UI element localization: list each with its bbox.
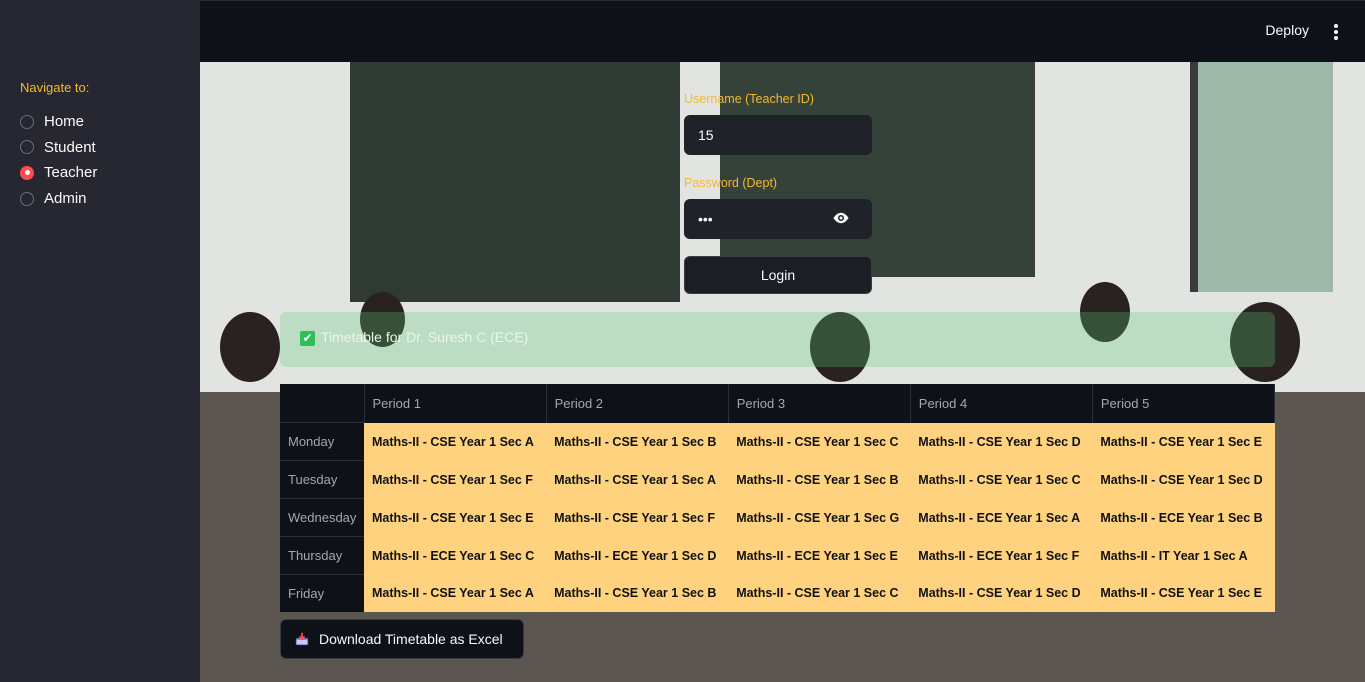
table-row: Wednesday Maths-II - CSE Year 1 Sec E Ma… (280, 498, 1275, 537)
success-message: Timetable for Dr. Suresh C (ECE) (321, 329, 529, 345)
column-header[interactable]: Period 3 (728, 384, 911, 423)
row-header: Wednesday (280, 498, 364, 537)
eye-icon[interactable] (832, 211, 850, 225)
table-cell[interactable]: Maths-II - CSE Year 1 Sec F (546, 498, 729, 537)
table-cell[interactable]: Maths-II - CSE Year 1 Sec D (910, 422, 1093, 461)
chalkboard-image (350, 62, 680, 302)
row-header: Tuesday (280, 460, 364, 499)
column-header[interactable]: Period 4 (910, 384, 1093, 423)
main-content: Username (Teacher ID) 15 Password (Dept)… (200, 62, 1365, 682)
column-header[interactable]: Period 1 (364, 384, 547, 423)
sidebar: Navigate to: Home Student Teacher Admin (0, 0, 200, 682)
login-button[interactable]: Login (684, 256, 872, 294)
checkbox-icon: ✔ (300, 331, 315, 346)
table-cell[interactable]: Maths-II - CSE Year 1 Sec C (728, 574, 911, 612)
row-header: Friday (280, 574, 364, 612)
nav-option-home[interactable]: Home (20, 109, 97, 135)
table-cell[interactable]: Maths-II - CSE Year 1 Sec F (364, 460, 547, 499)
table-cell[interactable]: Maths-II - CSE Year 1 Sec C (728, 422, 911, 461)
radio-teacher[interactable] (20, 165, 34, 180)
column-header[interactable]: Period 2 (546, 384, 729, 423)
download-excel-button[interactable]: Download Timetable as Excel (280, 619, 524, 659)
table-row: Friday Maths-II - CSE Year 1 Sec A Maths… (280, 574, 1275, 612)
username-label: Username (Teacher ID) (684, 92, 814, 106)
table-cell[interactable]: Maths-II - CSE Year 1 Sec B (728, 460, 911, 499)
nav-option-teacher[interactable]: Teacher (20, 160, 97, 186)
table-header-row: Period 1 Period 2 Period 3 Period 4 Peri… (280, 384, 1276, 423)
table-row: Monday Maths-II - CSE Year 1 Sec A Maths… (280, 422, 1275, 461)
inbox-tray-icon (295, 632, 309, 646)
radio-home[interactable] (20, 114, 34, 129)
student-image (220, 312, 280, 382)
table-cell[interactable]: Maths-II - CSE Year 1 Sec A (364, 574, 547, 612)
column-header[interactable]: Period 5 (1092, 384, 1276, 423)
nav-radio-group: Home Student Teacher Admin (20, 109, 97, 211)
table-row: Thursday Maths-II - ECE Year 1 Sec C Mat… (280, 536, 1275, 575)
radio-student[interactable] (20, 140, 34, 155)
table-cell[interactable]: Maths-II - CSE Year 1 Sec B (546, 422, 729, 461)
table-cell[interactable]: Maths-II - ECE Year 1 Sec E (728, 536, 911, 575)
table-cell[interactable]: Maths-II - ECE Year 1 Sec D (546, 536, 729, 575)
table-cell[interactable]: Maths-II - CSE Year 1 Sec A (364, 422, 547, 461)
nav-option-label: Home (44, 113, 85, 131)
password-value: ••• (698, 211, 713, 227)
window-image (1190, 62, 1333, 292)
download-button-label: Download Timetable as Excel (319, 631, 503, 647)
password-label: Password (Dept) (684, 176, 778, 190)
nav-option-student[interactable]: Student (20, 135, 97, 161)
table-cell[interactable]: Maths-II - ECE Year 1 Sec A (910, 498, 1093, 537)
timetable-table: Period 1 Period 2 Period 3 Period 4 Peri… (280, 384, 1276, 612)
row-header: Monday (280, 422, 364, 461)
nav-option-label: Student (44, 138, 96, 156)
nav-option-admin[interactable]: Admin (20, 186, 97, 212)
table-cell[interactable]: Maths-II - ECE Year 1 Sec B (1092, 498, 1275, 537)
row-header: Thursday (280, 536, 364, 575)
table-cell[interactable]: Maths-II - CSE Year 1 Sec B (546, 574, 729, 612)
table-cell[interactable]: Maths-II - CSE Year 1 Sec E (1092, 422, 1275, 461)
deploy-button[interactable]: Deploy (1265, 22, 1309, 38)
nav-option-label: Admin (44, 190, 87, 208)
table-cell[interactable]: Maths-II - CSE Year 1 Sec E (1092, 574, 1275, 612)
radio-admin[interactable] (20, 191, 34, 206)
nav-option-label: Teacher (44, 164, 98, 182)
table-row: Tuesday Maths-II - CSE Year 1 Sec F Math… (280, 460, 1275, 499)
table-cell[interactable]: Maths-II - CSE Year 1 Sec D (1092, 460, 1275, 499)
username-value: 15 (698, 127, 714, 143)
column-header[interactable] (280, 384, 365, 423)
table-cell[interactable]: Maths-II - ECE Year 1 Sec C (364, 536, 547, 575)
nav-label: Navigate to: (20, 80, 90, 95)
top-header: Deploy (200, 0, 1365, 62)
password-input[interactable]: ••• (684, 199, 872, 239)
kebab-menu-icon[interactable] (1333, 24, 1339, 40)
table-cell[interactable]: Maths-II - CSE Year 1 Sec G (728, 498, 911, 537)
username-input[interactable]: 15 (684, 115, 872, 155)
table-cell[interactable]: Maths-II - CSE Year 1 Sec C (910, 460, 1093, 499)
table-cell[interactable]: Maths-II - CSE Year 1 Sec A (546, 460, 729, 499)
table-cell[interactable]: Maths-II - IT Year 1 Sec A (1092, 536, 1275, 575)
table-cell[interactable]: Maths-II - CSE Year 1 Sec D (910, 574, 1093, 612)
table-cell[interactable]: Maths-II - CSE Year 1 Sec E (364, 498, 547, 537)
table-cell[interactable]: Maths-II - ECE Year 1 Sec F (910, 536, 1093, 575)
success-alert: ✔ Timetable for Dr. Suresh C (ECE) (280, 312, 1275, 367)
